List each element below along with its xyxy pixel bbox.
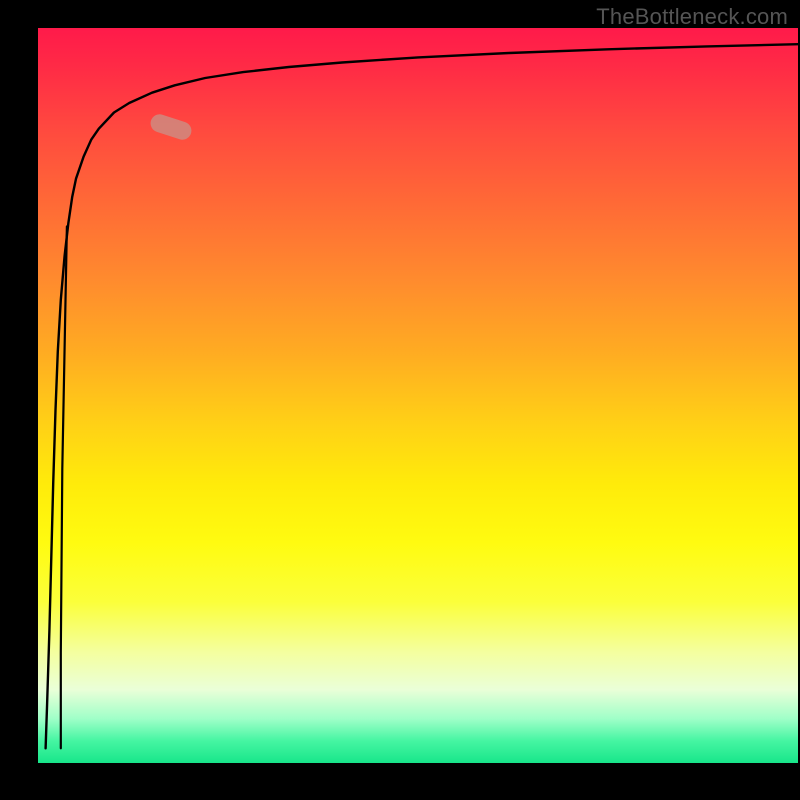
watermark-text: TheBottleneck.com — [596, 4, 788, 30]
chart-background-gradient — [38, 28, 798, 763]
